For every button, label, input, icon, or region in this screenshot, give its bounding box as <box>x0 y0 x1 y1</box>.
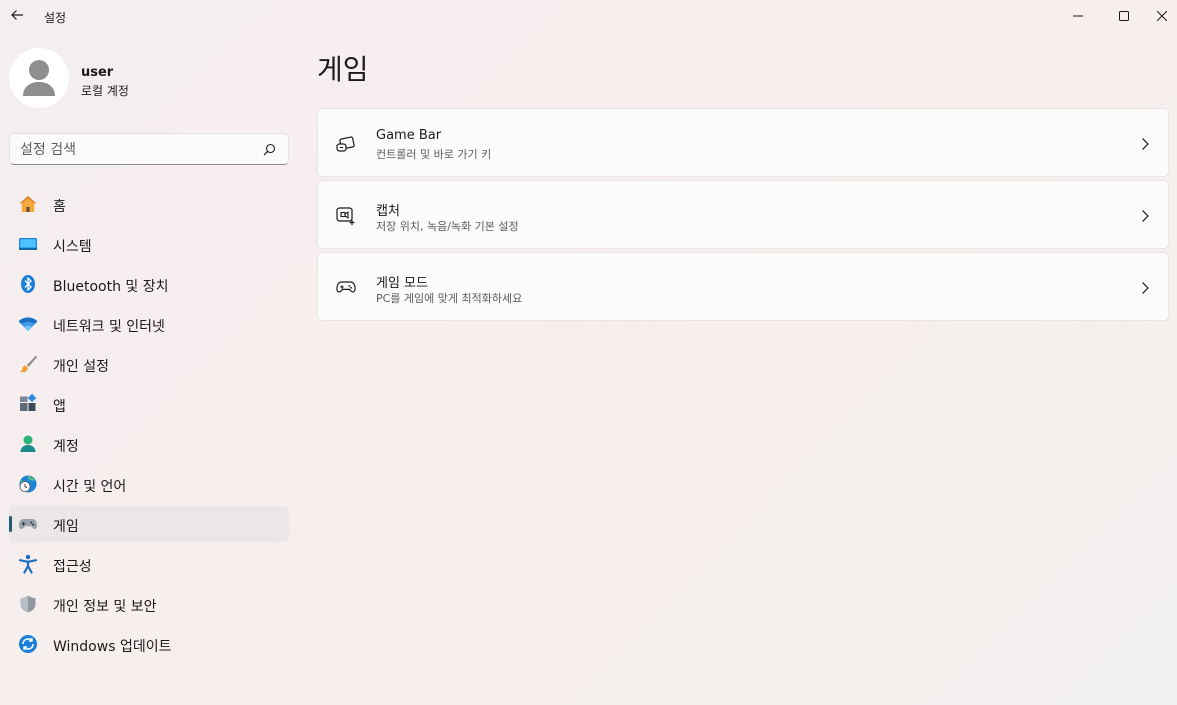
nav-label: 개인 정보 및 보안 <box>53 599 157 615</box>
nav-label: 네트워크 및 인터넷 <box>53 319 165 335</box>
nav-label: 홈 <box>53 199 66 215</box>
search-icon[interactable] <box>263 143 276 156</box>
user-card[interactable]: user 로컬 계정 <box>9 48 289 110</box>
nav-label: 시스템 <box>53 239 92 255</box>
gamepad-icon <box>18 519 38 529</box>
settings-card-list: Game Bar 컨트롤러 및 바로 가기 키 캡처 저장 위치, 녹음/녹화 … <box>317 108 1169 324</box>
nav-label: Windows 업데이트 <box>53 639 172 655</box>
chevron-right-icon <box>1142 282 1149 294</box>
user-avatar-icon <box>23 60 55 96</box>
nav-label: 게임 <box>53 519 79 535</box>
card-title: 캡처 <box>376 204 400 219</box>
game-bar-icon <box>336 136 355 152</box>
nav-label: Bluetooth 및 장치 <box>53 279 169 295</box>
account-type: 로컬 계정 <box>81 84 129 98</box>
card-game-mode[interactable]: 게임 모드 PC를 게임에 맞게 최적화하세요 <box>317 252 1169 321</box>
card-capture[interactable]: 캡처 저장 위치, 녹음/녹화 기본 설정 <box>317 180 1169 249</box>
nav-item-windows-update[interactable]: Windows 업데이트 <box>9 626 289 662</box>
minimize-icon <box>1073 15 1083 17</box>
maximize-icon <box>1119 11 1129 21</box>
page-title: 게임 <box>317 53 369 86</box>
system-icon <box>19 238 37 250</box>
nav-item-privacy[interactable]: 개인 정보 및 보안 <box>9 586 289 622</box>
nav-item-time-language[interactable]: 시간 및 언어 <box>9 466 289 502</box>
accessibility-icon <box>18 554 38 574</box>
nav-item-network[interactable]: 네트워크 및 인터넷 <box>9 306 289 342</box>
nav-list: 홈 시스템 Bluetooth 및 장치 네트워크 및 인터넷 개인 설정 앱 … <box>9 186 289 666</box>
nav-label: 계정 <box>53 439 79 455</box>
nav-item-apps[interactable]: 앱 <box>9 386 289 422</box>
chevron-right-icon <box>1142 210 1149 222</box>
apps-icon <box>20 394 37 411</box>
card-subtitle: 저장 위치, 녹음/녹화 기본 설정 <box>376 220 519 233</box>
search-box <box>9 133 289 165</box>
nav-item-personalization[interactable]: 개인 설정 <box>9 346 289 382</box>
avatar <box>9 48 69 108</box>
close-icon <box>1157 11 1167 21</box>
minimize-button[interactable] <box>1055 0 1101 32</box>
account-icon <box>20 435 36 452</box>
nav-item-accounts[interactable]: 계정 <box>9 426 289 462</box>
chevron-right-icon <box>1142 138 1149 150</box>
title-bar: 설정 <box>0 0 1177 32</box>
sidebar: user 로컬 계정 홈 시스템 <box>0 32 300 705</box>
back-arrow-icon <box>11 10 23 20</box>
nav-item-home[interactable]: 홈 <box>9 186 289 222</box>
globe-clock-icon <box>19 475 37 493</box>
card-title: 게임 모드 <box>376 276 428 291</box>
card-subtitle: PC를 게임에 맞게 최적화하세요 <box>376 292 523 305</box>
close-button[interactable] <box>1147 0 1177 32</box>
search-input[interactable] <box>20 140 250 160</box>
user-name: user <box>81 65 114 80</box>
app-title: 설정 <box>44 11 67 25</box>
card-game-bar[interactable]: Game Bar 컨트롤러 및 바로 가기 키 <box>317 108 1169 177</box>
bluetooth-icon <box>21 275 35 293</box>
update-icon <box>19 635 37 653</box>
nav-item-system[interactable]: 시스템 <box>9 226 289 262</box>
nav-label: 시간 및 언어 <box>53 479 127 495</box>
nav-item-bluetooth[interactable]: Bluetooth 및 장치 <box>9 266 289 302</box>
brush-icon <box>19 355 37 373</box>
card-title: Game Bar <box>376 128 442 143</box>
nav-label: 앱 <box>53 399 66 415</box>
home-icon <box>19 196 37 212</box>
capture-icon <box>336 207 355 225</box>
nav-item-accessibility[interactable]: 접근성 <box>9 546 289 582</box>
game-mode-icon <box>336 281 356 293</box>
nav-label: 접근성 <box>53 559 92 575</box>
nav-label: 개인 설정 <box>53 359 109 375</box>
nav-item-gaming[interactable]: 게임 <box>9 506 289 542</box>
maximize-button[interactable] <box>1101 0 1147 32</box>
card-subtitle: 컨트롤러 및 바로 가기 키 <box>376 148 492 161</box>
back-button[interactable] <box>6 4 28 26</box>
shield-icon <box>20 595 36 613</box>
wifi-icon <box>18 317 38 331</box>
